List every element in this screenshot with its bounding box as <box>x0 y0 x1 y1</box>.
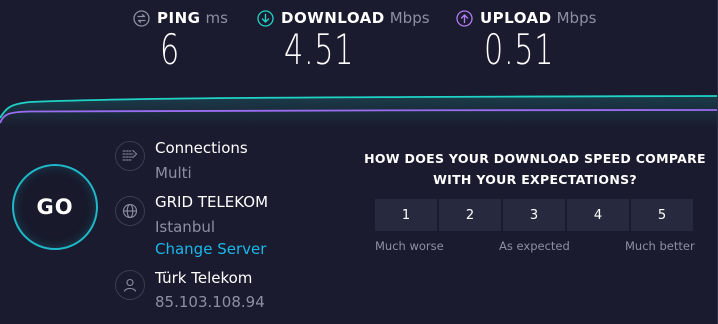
rating-button-1[interactable]: 1 <box>375 199 437 231</box>
ping-value: 6 <box>160 25 180 74</box>
connections-title: Connections <box>155 139 248 157</box>
provider-name: Türk Telekom <box>155 269 253 287</box>
rating-scale: 1 2 3 4 5 <box>375 199 693 231</box>
speed-metrics: PING ms 6 DOWNLOAD Mbps 4.51 UPLOAD Mbps… <box>0 0 718 90</box>
rating-label-high: Much better <box>625 239 695 253</box>
provider-ip: 85.103.108.94 <box>155 293 265 311</box>
rating-button-4[interactable]: 4 <box>567 199 629 231</box>
download-arrow-icon <box>257 9 274 27</box>
upload-arrow-icon <box>456 9 473 27</box>
server-location: Istanbul <box>155 218 216 236</box>
upload-unit: Mbps <box>556 9 597 27</box>
ping-metric: PING ms <box>133 9 228 27</box>
upload-value: 0.51 <box>484 25 555 74</box>
rating-button-2[interactable]: 2 <box>439 199 501 231</box>
rating-button-5[interactable]: 5 <box>631 199 693 231</box>
rating-label-low: Much worse <box>375 239 444 253</box>
user-icon <box>115 270 145 300</box>
rating-label-mid: As expected <box>499 239 570 253</box>
survey-question-line2: WITH YOUR EXPECTATIONS? <box>433 172 637 187</box>
ping-unit: ms <box>205 9 228 27</box>
ping-icon <box>133 9 150 27</box>
download-unit: Mbps <box>389 9 430 27</box>
server-name: GRID TELEKOM <box>155 193 269 211</box>
download-value: 4.51 <box>284 25 355 74</box>
go-button[interactable]: GO <box>12 164 98 250</box>
survey-question-line1: HOW DOES YOUR DOWNLOAD SPEED COMPARE <box>364 151 706 166</box>
speed-graph <box>0 95 718 128</box>
change-server-link[interactable]: Change Server <box>155 240 266 258</box>
rating-button-3[interactable]: 3 <box>503 199 565 231</box>
connections-icon <box>115 141 145 171</box>
survey-question: HOW DOES YOUR DOWNLOAD SPEED COMPARE WIT… <box>363 148 707 190</box>
connections-value: Multi <box>155 164 192 182</box>
globe-icon <box>115 196 145 226</box>
